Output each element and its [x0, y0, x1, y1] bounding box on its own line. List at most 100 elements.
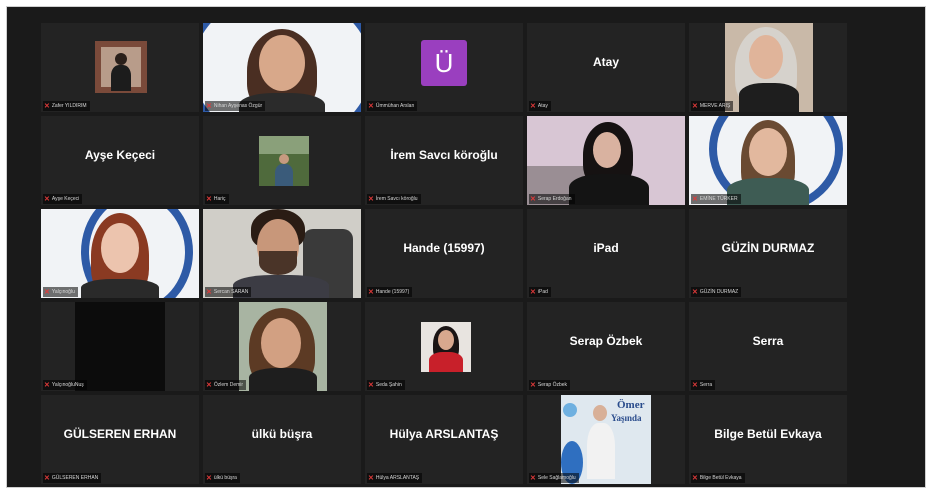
participant-tile[interactable]: Serap Özbek ✕ Serap Özbek — [527, 302, 685, 391]
participant-display-name: ülkü büşra — [251, 427, 313, 441]
muted-mic-icon: ✕ — [530, 288, 536, 296]
participant-name-label: ✕ EMİNE TÜRKER — [691, 194, 741, 204]
muted-mic-icon: ✕ — [368, 474, 374, 482]
participant-tile[interactable]: İrem Savcı köroğlu ✕ İrem Savcı köroğlu — [365, 116, 523, 205]
participant-tile[interactable]: ✕ Yalçınoğlu — [41, 209, 199, 298]
participant-name-label: ✕ Hande (15997) — [367, 287, 413, 297]
participant-name-label: ✕ Zafer YILDIRIM — [43, 101, 90, 111]
participant-tile[interactable]: iPad ✕ iPad — [527, 209, 685, 298]
muted-mic-icon: ✕ — [368, 381, 374, 389]
participant-name-label: ✕ Serra — [691, 380, 716, 390]
participant-tile[interactable]: Ayşe Keçeci ✕ Ayşe Keçeci — [41, 116, 199, 205]
participant-display-name: Hülya ARSLANTAŞ — [389, 427, 499, 441]
muted-mic-icon: ✕ — [44, 102, 50, 110]
participant-name-label: ✕ Nihan Ayşenas Özgür — [205, 101, 266, 111]
muted-mic-icon: ✕ — [44, 195, 50, 203]
muted-mic-icon: ✕ — [206, 102, 212, 110]
participant-tile[interactable]: Hande (15997) ✕ Hande (15997) — [365, 209, 523, 298]
muted-mic-icon: ✕ — [368, 102, 374, 110]
muted-mic-icon: ✕ — [530, 102, 536, 110]
participant-name-label: ✕ Ümmühan Arslan — [367, 101, 418, 111]
participant-tile[interactable]: ✕ Nihan Ayşenas Özgür — [203, 23, 361, 112]
participant-name-label: ✕ Seda Şahin — [367, 380, 405, 390]
muted-mic-icon: ✕ — [692, 102, 698, 110]
muted-mic-icon: ✕ — [206, 288, 212, 296]
participant-video — [421, 322, 471, 372]
muted-mic-icon: ✕ — [368, 288, 374, 296]
participant-tile[interactable]: GÜLSEREN ERHAN ✕ GÜLSEREN ERHAN — [41, 395, 199, 484]
participant-name-label: ✕ Ayşe Keçeci — [43, 194, 83, 204]
participant-name-label: ✕ Özlem Demir — [205, 380, 247, 390]
participant-name-label: ✕ Sele Sağlamoğlu — [529, 473, 579, 483]
participant-tile[interactable]: ✕ Zafer YILDIRIM — [41, 23, 199, 112]
muted-mic-icon: ✕ — [44, 474, 50, 482]
muted-mic-icon: ✕ — [206, 474, 212, 482]
participant-name-label: ✕ GÜLSEREN ERHAN — [43, 473, 102, 483]
participant-name-label: ✕ Hariç — [205, 194, 229, 204]
participant-video — [41, 209, 199, 298]
participant-tile[interactable]: Ü ✕ Ümmühan Arslan — [365, 23, 523, 112]
participant-tile[interactable]: ✕ Hariç — [203, 116, 361, 205]
participant-name-label: ✕ Hülya ARSLANTAŞ — [367, 473, 423, 483]
participant-display-name: İrem Savcı köroğlu — [390, 148, 498, 162]
participant-tile[interactable]: ✕ YalçınoğluNuş — [41, 302, 199, 391]
participant-tile[interactable]: ✕ Serap Erdoğan — [527, 116, 685, 205]
participant-video: Ömer Yaşında — [561, 395, 651, 484]
participant-name-label: ✕ YalçınoğluNuş — [43, 380, 87, 390]
participant-video — [75, 302, 165, 391]
participant-name-label: ✕ Atay — [529, 101, 551, 111]
participant-name-label: ✕ Yalçınoğlu — [43, 287, 78, 297]
participant-name-label: ✕ ülkü büşra — [205, 473, 240, 483]
photo-text: Yaşında — [611, 413, 642, 423]
muted-mic-icon: ✕ — [692, 288, 698, 296]
participant-tile[interactable]: ülkü büşra ✕ ülkü büşra — [203, 395, 361, 484]
participant-tile[interactable]: ✕ Sercan SARAN — [203, 209, 361, 298]
avatar: Ü — [421, 40, 467, 86]
muted-mic-icon: ✕ — [206, 195, 212, 203]
participant-video — [203, 209, 361, 298]
participant-tile[interactable]: Hülya ARSLANTAŞ ✕ Hülya ARSLANTAŞ — [365, 395, 523, 484]
participant-display-name: Hande (15997) — [403, 241, 485, 255]
participant-video — [259, 136, 309, 186]
muted-mic-icon: ✕ — [530, 195, 536, 203]
participant-name-label: ✕ Bilge Betül Evkaya — [691, 473, 745, 483]
muted-mic-icon: ✕ — [692, 381, 698, 389]
participant-video — [725, 23, 813, 112]
muted-mic-icon: ✕ — [44, 381, 50, 389]
participant-display-name: Serra — [752, 334, 784, 348]
participant-tile[interactable]: Ömer Yaşında ✕ Sele Sağlamoğlu — [527, 395, 685, 484]
participant-tile-active-speaker[interactable]: ✕ EMİNE TÜRKER — [689, 116, 847, 205]
muted-mic-icon: ✕ — [44, 288, 50, 296]
participant-tile[interactable]: ✕ Özlem Demir — [203, 302, 361, 391]
participant-name-label: ✕ Sercan SARAN — [205, 287, 252, 297]
participant-video — [689, 116, 847, 205]
gallery-grid: ✕ Zafer YILDIRIM ✕ Nihan Ayşenas Özgür Ü ✕… — [41, 23, 847, 484]
participant-display-name: GÜZİN DURMAZ — [721, 241, 815, 255]
participant-video — [527, 116, 685, 205]
participant-tile[interactable]: ✕ MERVE ARIŞ — [689, 23, 847, 112]
participant-tile[interactable]: Serra ✕ Serra — [689, 302, 847, 391]
photo-text: Ömer — [617, 399, 645, 411]
muted-mic-icon: ✕ — [692, 474, 698, 482]
participant-name-label: ✕ GÜZİN DURMAZ — [691, 287, 742, 297]
participant-tile[interactable]: GÜZİN DURMAZ ✕ GÜZİN DURMAZ — [689, 209, 847, 298]
meeting-window: ✕ Zafer YILDIRIM ✕ Nihan Ayşenas Özgür Ü ✕… — [6, 6, 926, 488]
participant-name-label: ✕ Serap Özbek — [529, 380, 571, 390]
muted-mic-icon: ✕ — [206, 381, 212, 389]
participant-tile[interactable]: Bilge Betül Evkaya ✕ Bilge Betül Evkaya — [689, 395, 847, 484]
participant-display-name: Ayşe Keçeci — [84, 148, 156, 162]
participant-name-label: ✕ Serap Erdoğan — [529, 194, 575, 204]
participant-display-name: Atay — [592, 55, 619, 69]
participant-display-name: iPad — [593, 241, 619, 255]
participant-video — [95, 41, 147, 93]
participant-display-name: GÜLSEREN ERHAN — [63, 427, 177, 441]
participant-name-label: ✕ iPad — [529, 287, 551, 297]
participant-tile[interactable]: ✕ Seda Şahin — [365, 302, 523, 391]
muted-mic-icon: ✕ — [692, 195, 698, 203]
muted-mic-icon: ✕ — [530, 381, 536, 389]
participant-display-name: Bilge Betül Evkaya — [714, 427, 822, 441]
participant-name-label: ✕ MERVE ARIŞ — [691, 101, 734, 111]
muted-mic-icon: ✕ — [530, 474, 536, 482]
participant-video — [203, 23, 361, 112]
participant-tile[interactable]: Atay ✕ Atay — [527, 23, 685, 112]
